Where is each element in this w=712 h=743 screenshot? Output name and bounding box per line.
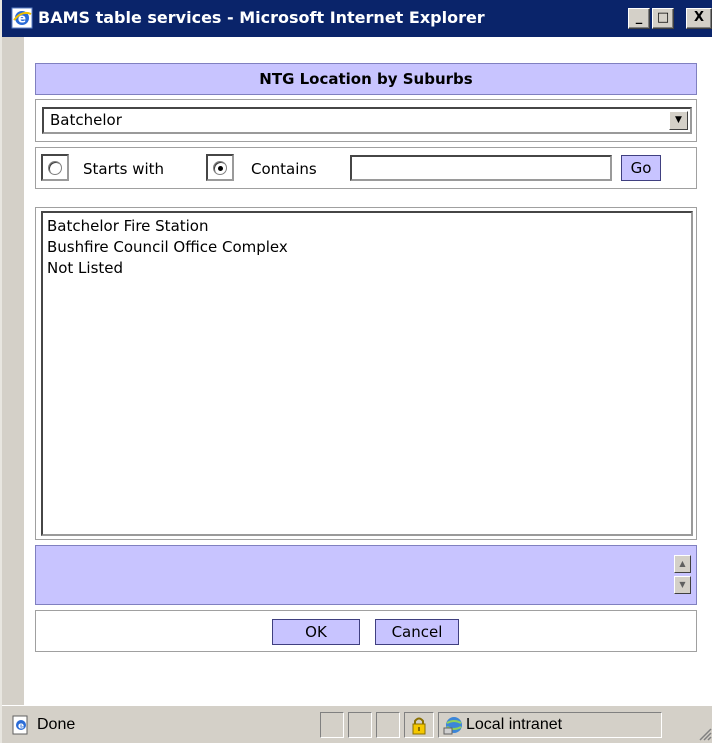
dialog-content: NTG Location by Suburbs Batchelor ▼ Star… [24, 37, 712, 705]
results-panel: Batchelor Fire Station Bushfire Council … [35, 207, 697, 540]
chevron-down-icon[interactable]: ▼ [669, 111, 688, 130]
scroll-down-icon[interactable]: ▼ [674, 576, 691, 594]
contains-radio[interactable] [213, 160, 227, 175]
lock-icon [412, 717, 426, 735]
security-pane[interactable] [404, 712, 434, 738]
suburb-select-value: Batchelor [50, 111, 122, 129]
page-done-icon: e [12, 715, 28, 735]
button-panel: OK Cancel [35, 610, 697, 652]
minimize-button[interactable]: _ [628, 8, 650, 29]
starts-with-radio-box[interactable] [41, 154, 69, 181]
status-pane [348, 712, 372, 738]
description-area: ▲ ▼ [35, 545, 697, 605]
resize-grip-icon[interactable] [696, 725, 712, 741]
svg-text:e: e [18, 722, 24, 732]
intranet-globe-icon [443, 717, 462, 735]
dialog-heading: NTG Location by Suburbs [35, 63, 697, 95]
search-input[interactable] [350, 155, 612, 181]
results-listbox[interactable]: Batchelor Fire Station Bushfire Council … [41, 211, 693, 536]
go-button[interactable]: Go [621, 155, 661, 181]
list-item[interactable]: Bushfire Council Office Complex [47, 237, 687, 258]
status-bar: e Done Local intranet [2, 705, 712, 743]
window-title: BAMS table services - Microsoft Internet… [38, 8, 485, 27]
status-pane [320, 712, 344, 738]
suburb-select[interactable]: Batchelor ▼ [42, 107, 692, 134]
status-pane [376, 712, 400, 738]
contains-radio-box[interactable] [206, 154, 234, 181]
maximize-icon: □ [656, 10, 670, 25]
minimize-icon: _ [635, 10, 643, 25]
close-button[interactable]: X [686, 8, 712, 29]
title-bar[interactable]: e BAMS table services - Microsoft Intern… [2, 0, 712, 37]
internet-explorer-icon: e [11, 7, 33, 29]
starts-with-label: Starts with [83, 160, 165, 178]
ok-button[interactable]: OK [272, 619, 360, 645]
close-icon: X [693, 10, 705, 25]
cancel-button[interactable]: Cancel [375, 619, 459, 645]
browser-window: e BAMS table services - Microsoft Intern… [0, 0, 712, 743]
contains-label: Contains [251, 160, 317, 178]
scroll-up-icon[interactable]: ▲ [674, 555, 691, 573]
suburb-panel: Batchelor ▼ [35, 99, 697, 142]
status-text: Done [37, 716, 76, 733]
search-panel: Starts with Contains Go [35, 147, 697, 189]
list-item[interactable]: Not Listed [47, 258, 687, 279]
starts-with-radio[interactable] [48, 160, 62, 175]
maximize-button[interactable]: □ [652, 8, 674, 29]
list-item[interactable]: Batchelor Fire Station [47, 216, 687, 237]
zone-text: Local intranet [466, 716, 563, 733]
